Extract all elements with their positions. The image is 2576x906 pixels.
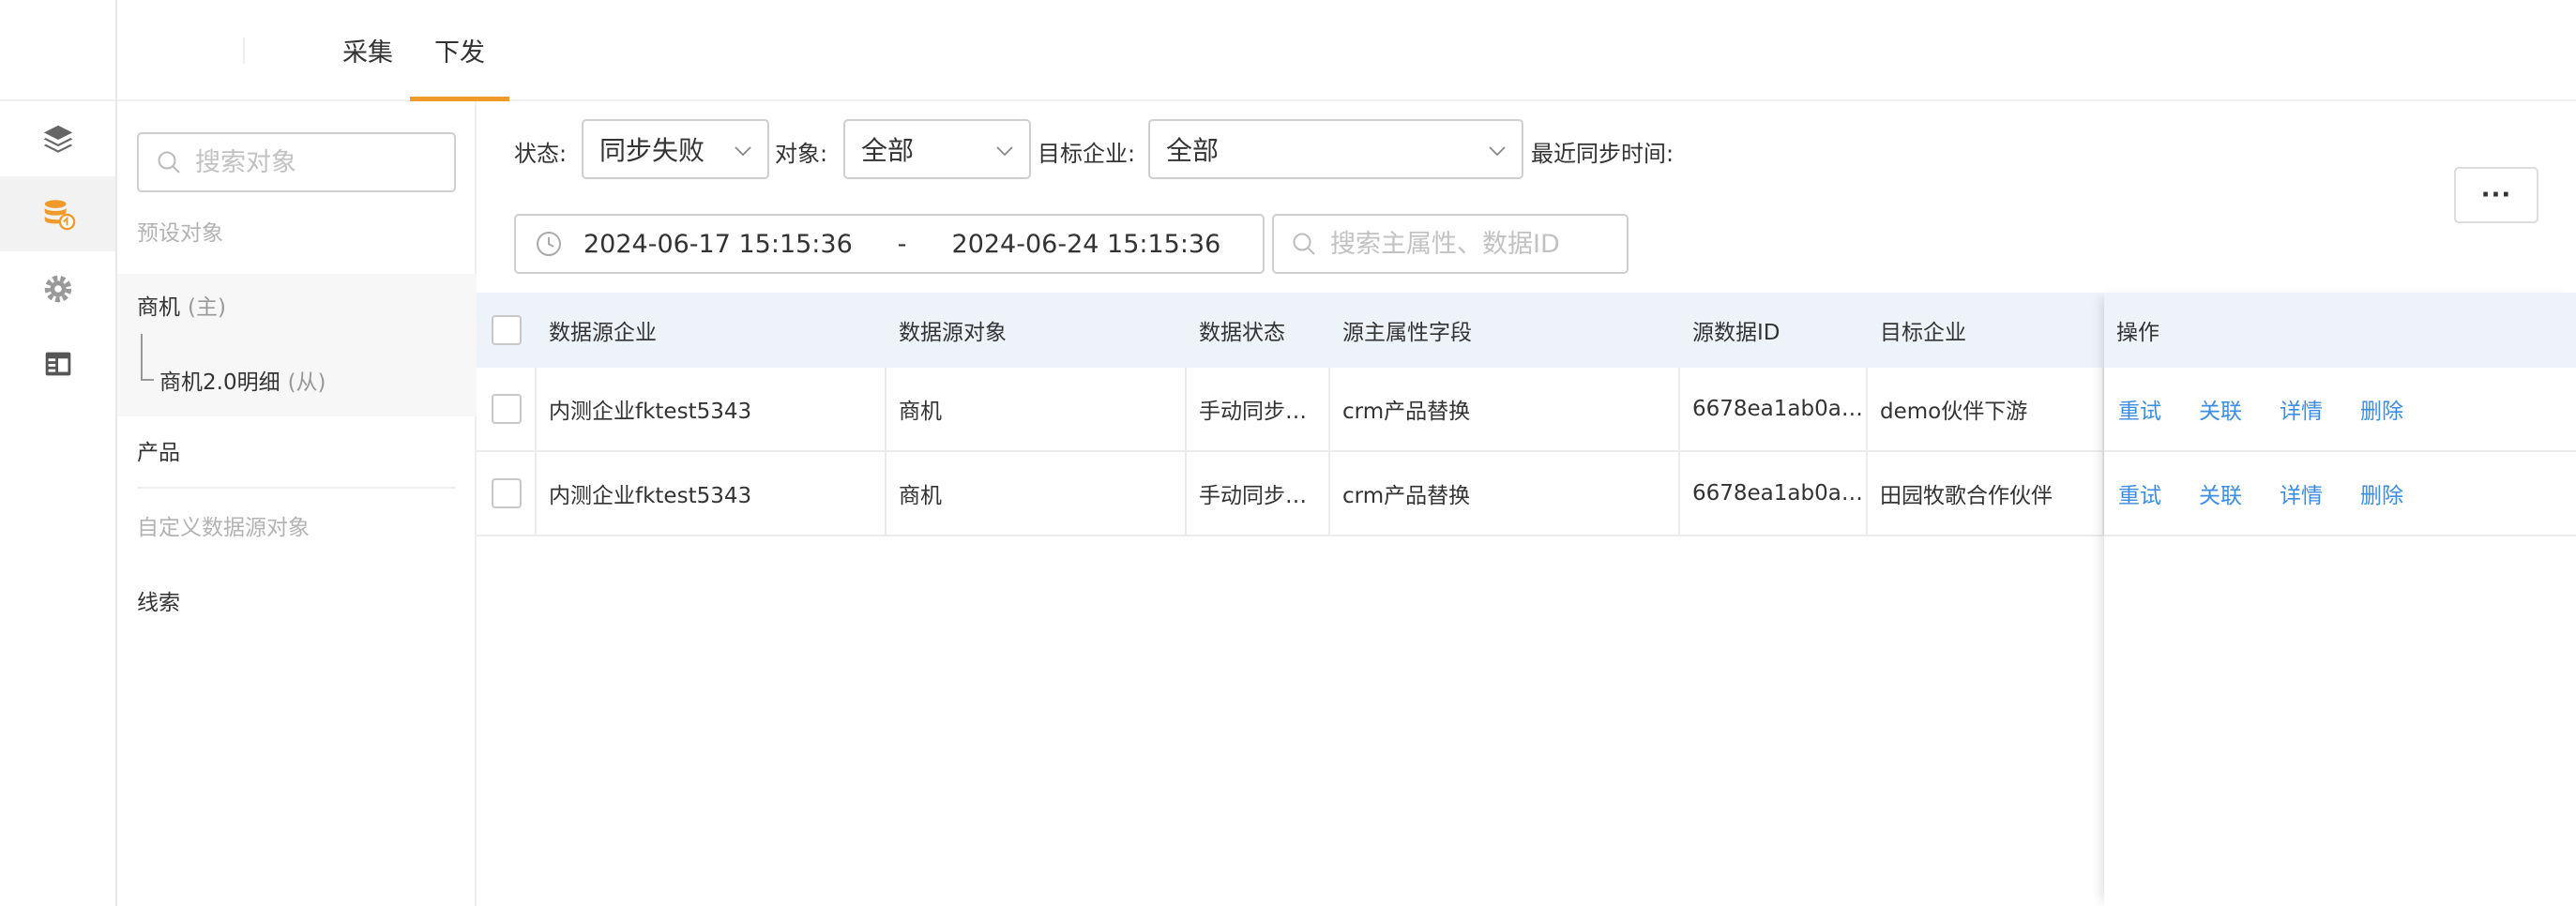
- column-header[interactable]: 数据状态: [1187, 293, 1330, 368]
- object-item-label: 商机2.0明细: [159, 370, 280, 395]
- date-end[interactable]: 2024-06-24 15:15:36: [952, 230, 1221, 259]
- object-select-value: 全部: [861, 135, 915, 166]
- delete-link[interactable]: 删除: [2360, 477, 2403, 509]
- cell-data-status: 手动同步…: [1187, 368, 1330, 450]
- tree-connector: [141, 334, 154, 381]
- date-start[interactable]: 2024-06-17 15:15:36: [583, 230, 853, 259]
- object-item-tag: (从): [287, 370, 326, 395]
- associate-link[interactable]: 关联: [2199, 477, 2242, 509]
- actions-column: 操作 重试 关联 详情 删除 重试 关联 详情 删除: [2104, 293, 2576, 906]
- actions-row: 重试 关联 详情 删除: [2104, 452, 2576, 536]
- retry-link[interactable]: 重试: [2118, 393, 2161, 425]
- cell-target-company: 田园牧歌合作伙伴: [1868, 452, 2104, 535]
- cell-data-status: 手动同步…: [1187, 452, 1330, 535]
- cell-target-company: demo伙伴下游: [1868, 368, 2104, 450]
- recent-sync-time-label: 最近同步时间:: [1531, 141, 1674, 167]
- object-item-product[interactable]: 产品: [137, 434, 180, 466]
- data-search-input[interactable]: [1330, 229, 1621, 259]
- object-panel: 预设对象 商机 (主) 商机2.0明细 (从) 产品 自定义数据源对象 线索: [117, 101, 477, 906]
- rail-item-layers[interactable]: [0, 101, 115, 176]
- retry-link[interactable]: 重试: [2118, 477, 2161, 509]
- cell-source-object: 商机: [886, 368, 1187, 450]
- tab-divider: [243, 38, 245, 64]
- main-content: 状态: 同步失败 对象: 全部 目标企业: 全部 最近同步时间: 2024-06…: [477, 101, 2576, 906]
- column-header[interactable]: 目标企业: [1868, 293, 2104, 368]
- cell-source-object: 商机: [886, 452, 1187, 535]
- column-header[interactable]: 数据源对象: [886, 293, 1187, 368]
- associate-link[interactable]: 关联: [2199, 393, 2242, 425]
- custom-objects-title: 自定义数据源对象: [137, 516, 310, 540]
- section-divider: [137, 487, 456, 489]
- status-select-value: 同步失败: [599, 135, 705, 166]
- column-header-actions: 操作: [2104, 293, 2576, 368]
- cell-source-data-id: 6678ea1ab0a…: [1680, 452, 1868, 535]
- chevron-down-icon: [1489, 146, 1506, 157]
- column-header[interactable]: 源主属性字段: [1330, 293, 1680, 368]
- icon-rail: [0, 0, 117, 906]
- delete-link[interactable]: 删除: [2360, 393, 2403, 425]
- object-item-opportunity-detail[interactable]: 商机2.0明细 (从): [159, 364, 326, 396]
- gear-icon: [44, 275, 71, 303]
- object-item-label: 商机: [137, 295, 180, 320]
- target-company-filter-label: 目标企业:: [1038, 141, 1136, 167]
- object-item-opportunity[interactable]: 商机 (主): [137, 289, 226, 321]
- object-item-lead[interactable]: 线索: [137, 584, 180, 616]
- object-item-tag: (主): [188, 295, 226, 320]
- target-company-select-value: 全部: [1166, 135, 1220, 166]
- row-checkbox[interactable]: [492, 478, 522, 508]
- cell-source-main-field: crm产品替换: [1330, 368, 1680, 450]
- rail-item-database-sync[interactable]: [0, 176, 115, 251]
- top-tab-bar: 采集 下发: [117, 0, 2576, 101]
- clock-icon: [537, 232, 561, 256]
- more-button[interactable]: ···: [2454, 167, 2538, 223]
- date-range-picker[interactable]: 2024-06-17 15:15:36 - 2024-06-24 15:15:3…: [514, 214, 1265, 274]
- database-sync-icon: [44, 200, 75, 231]
- cell-source-data-id: 6678ea1ab0a…: [1680, 368, 1868, 450]
- layers-icon: [43, 125, 72, 153]
- cell-source-company: 内测企业fktest5343: [537, 452, 886, 535]
- row-select-cell: [477, 368, 537, 450]
- data-search-box[interactable]: [1272, 214, 1629, 274]
- table-icon: [45, 352, 70, 376]
- target-company-select[interactable]: 全部: [1148, 119, 1523, 179]
- preset-objects-title: 预设对象: [137, 221, 223, 246]
- object-search-input[interactable]: [195, 147, 439, 177]
- details-link[interactable]: 详情: [2280, 477, 2323, 509]
- rail-logo-area: [0, 0, 115, 101]
- row-select-cell: [477, 452, 537, 535]
- status-filter-label: 状态:: [514, 141, 568, 167]
- tab-distribute[interactable]: 下发: [410, 32, 509, 101]
- row-checkbox[interactable]: [492, 394, 522, 424]
- chevron-down-icon: [735, 146, 751, 157]
- date-separator: -: [897, 229, 907, 259]
- search-icon: [158, 151, 180, 174]
- rail-item-settings[interactable]: [0, 251, 115, 326]
- chevron-down-icon: [996, 146, 1013, 157]
- column-header[interactable]: 源数据ID: [1680, 293, 1868, 368]
- object-select[interactable]: 全部: [843, 119, 1031, 179]
- cell-source-main-field: crm产品替换: [1330, 452, 1680, 535]
- tab-collect[interactable]: 采集: [342, 32, 393, 101]
- status-select[interactable]: 同步失败: [582, 119, 769, 179]
- select-all-checkbox[interactable]: [492, 315, 522, 345]
- rail-item-table[interactable]: [0, 326, 115, 401]
- header-select-all-cell: [477, 293, 537, 368]
- column-header[interactable]: 数据源企业: [537, 293, 886, 368]
- search-icon: [1293, 233, 1315, 255]
- cell-source-company: 内测企业fktest5343: [537, 368, 886, 450]
- object-search-box[interactable]: [137, 132, 456, 192]
- object-filter-label: 对象:: [775, 141, 828, 167]
- details-link[interactable]: 详情: [2280, 393, 2323, 425]
- actions-row: 重试 关联 详情 删除: [2104, 368, 2576, 452]
